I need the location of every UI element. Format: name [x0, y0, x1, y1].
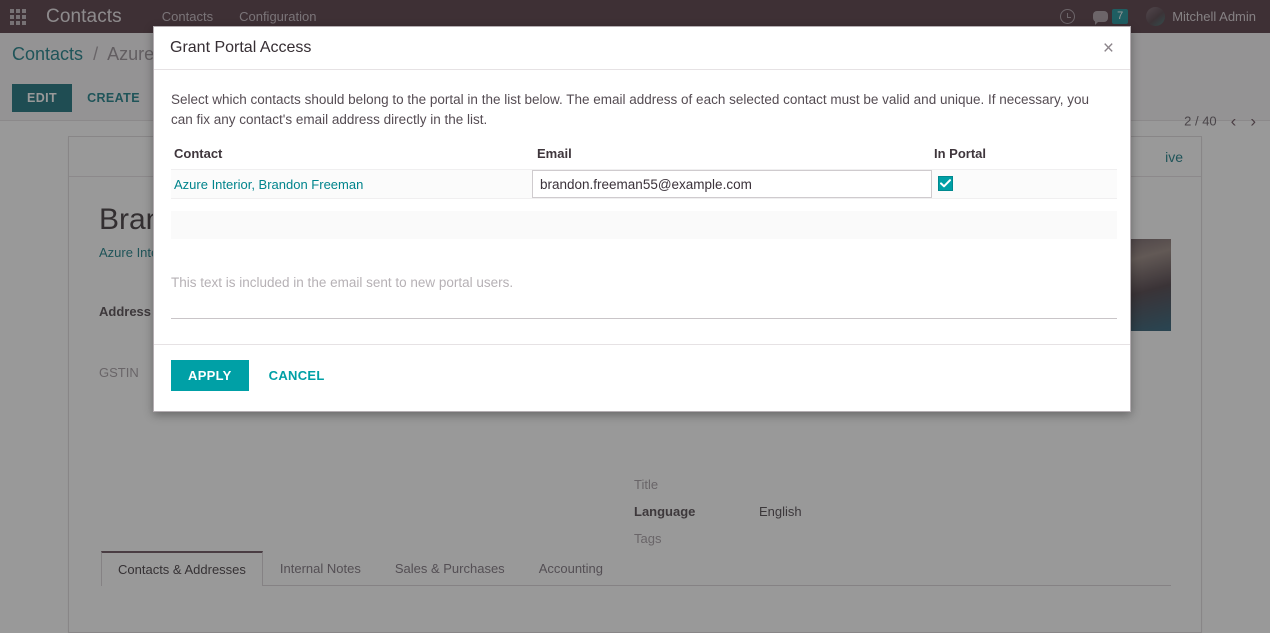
dialog-body: Select which contacts should belong to t… — [154, 70, 1130, 319]
cancel-button[interactable]: CANCEL — [257, 360, 337, 391]
cell-email — [532, 169, 932, 199]
table-header-row: Contact Email In Portal — [171, 146, 1117, 170]
close-icon[interactable]: × — [1103, 39, 1114, 58]
welcome-message-underline — [171, 318, 1117, 319]
check-icon — [940, 179, 951, 188]
welcome-message-placeholder[interactable]: This text is included in the email sent … — [171, 275, 1117, 290]
table-row[interactable]: Azure Interior, Brandon Freeman — [171, 169, 1117, 199]
apply-button[interactable]: APPLY — [171, 360, 249, 391]
table-empty-row[interactable] — [171, 211, 1117, 239]
dialog-footer: APPLY CANCEL — [154, 344, 1130, 411]
cell-contact-name[interactable]: Azure Interior, Brandon Freeman — [171, 169, 534, 199]
dialog-header: Grant Portal Access × — [154, 27, 1130, 70]
in-portal-checkbox[interactable] — [938, 176, 953, 191]
email-input[interactable] — [532, 170, 932, 198]
cell-in-portal — [931, 169, 1117, 199]
column-header-contact: Contact — [174, 146, 223, 161]
dialog-intro-text: Select which contacts should belong to t… — [171, 92, 1090, 127]
dialog-title: Grant Portal Access — [170, 39, 312, 56]
column-header-in-portal: In Portal — [934, 146, 987, 161]
column-header-email: Email — [537, 146, 572, 161]
portal-access-table: Contact Email In Portal Azure Interior, … — [171, 146, 1117, 199]
welcome-message-field: This text is included in the email sent … — [171, 275, 1117, 319]
grant-portal-access-dialog: Grant Portal Access × Select which conta… — [153, 26, 1131, 412]
